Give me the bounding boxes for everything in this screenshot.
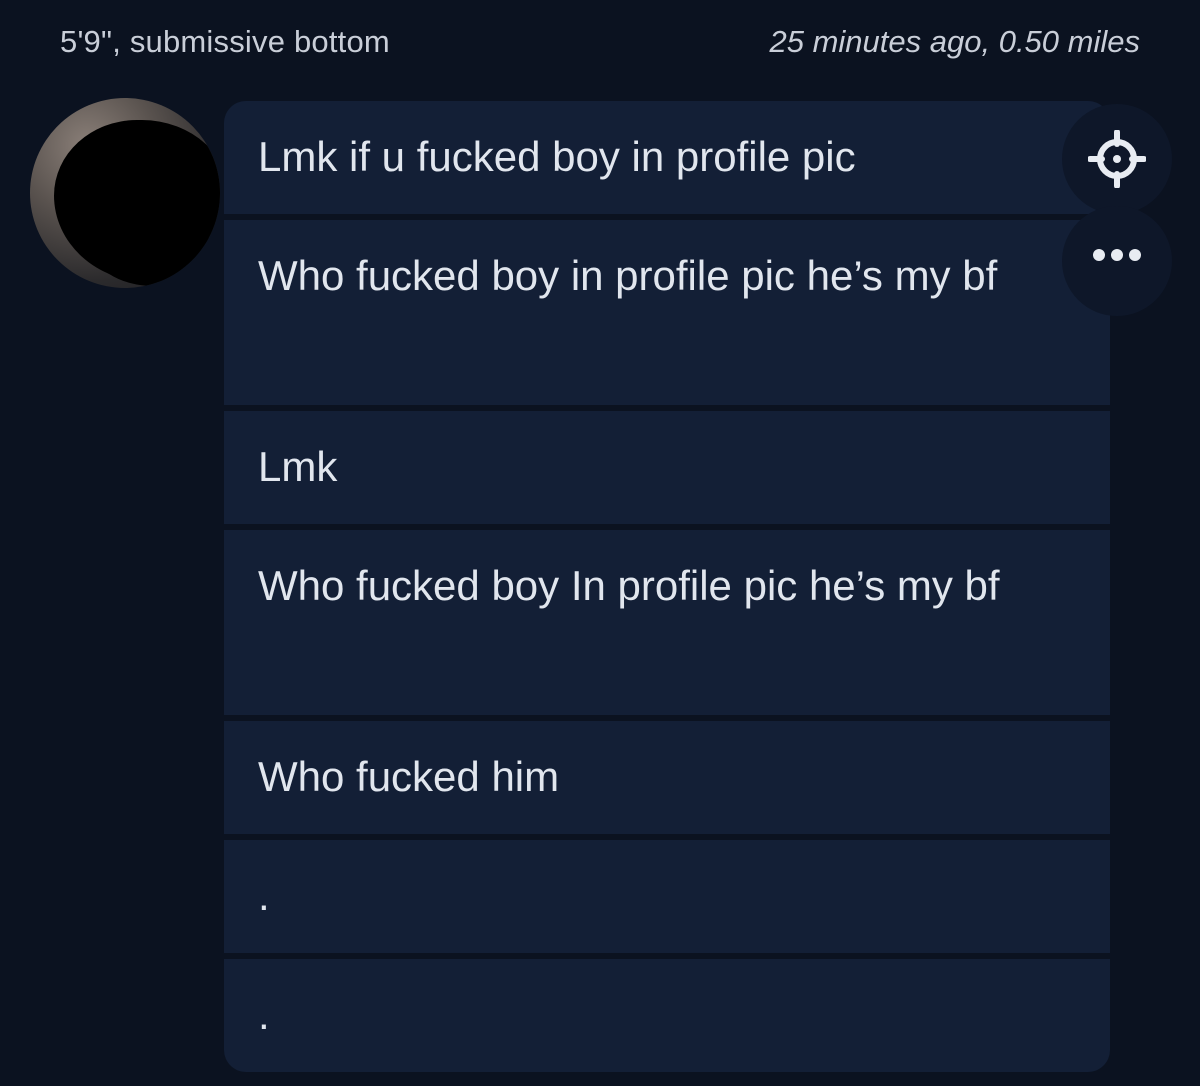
more-horizontal-icon <box>1093 249 1141 261</box>
redaction <box>90 208 210 286</box>
time-distance: 25 minutes ago, 0.50 miles <box>769 24 1141 59</box>
message-bubble[interactable]: Who fucked boy In profile pic he’s my bf <box>224 530 1110 715</box>
message-text: Lmk <box>258 443 338 490</box>
message-bubble[interactable]: Lmk <box>224 411 1110 524</box>
message-text: Who fucked him <box>258 753 560 800</box>
more-options-button[interactable] <box>1062 206 1172 316</box>
message-bubble[interactable]: . <box>224 959 1110 1072</box>
profile-summary: 5'9", submissive bottom <box>60 24 390 59</box>
message-thread: Lmk if u fucked boy in profile pic Who f… <box>224 101 1110 1072</box>
message-text: . <box>258 991 270 1038</box>
message-bubble[interactable]: Lmk if u fucked boy in profile pic <box>224 101 1110 214</box>
message-text: . <box>258 872 270 919</box>
target-button[interactable] <box>1062 104 1172 214</box>
message-bubble[interactable]: Who fucked boy in profile pic he’s my bf <box>224 220 1110 405</box>
message-text: Lmk if u fucked boy in profile pic <box>258 133 856 180</box>
message-text: Who fucked boy in profile pic he’s my bf <box>258 252 998 299</box>
message-text: Who fucked boy In profile pic he’s my bf <box>258 562 1000 609</box>
message-bubble[interactable]: . <box>224 840 1110 953</box>
message-bubble[interactable]: Who fucked him <box>224 721 1110 834</box>
crosshair-icon <box>1088 130 1146 188</box>
avatar[interactable] <box>30 98 220 288</box>
